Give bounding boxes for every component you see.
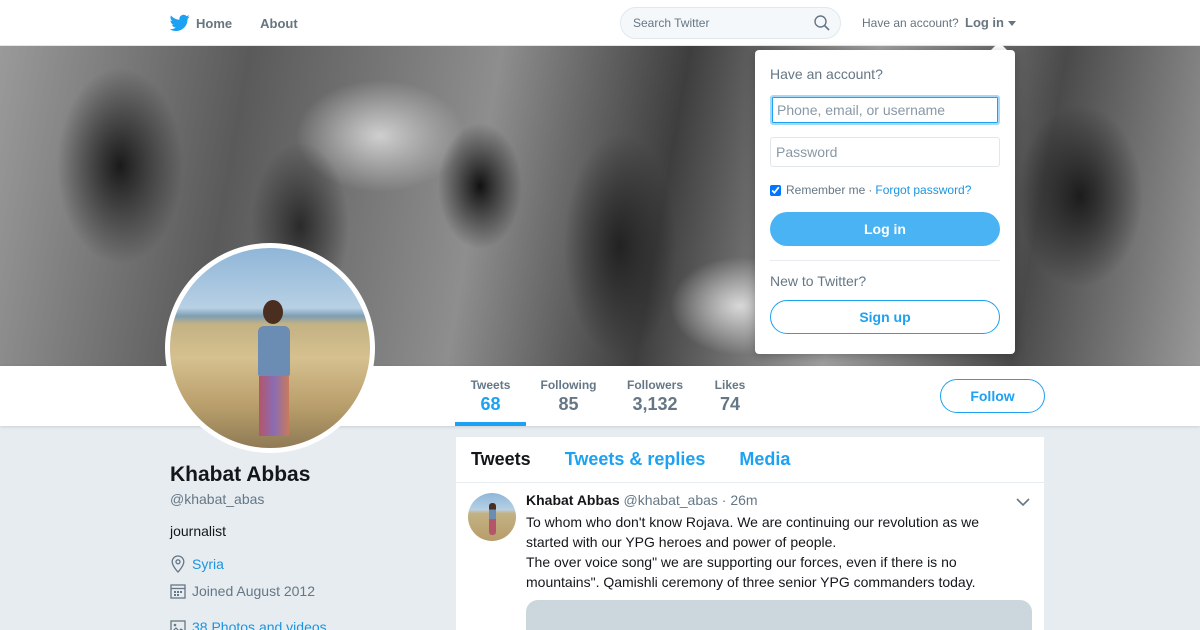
joined-text: Joined August 2012	[192, 583, 315, 599]
stat-likes-label: Likes	[714, 378, 746, 392]
avatar-photo	[170, 248, 370, 448]
remember-me-checkbox[interactable]	[770, 184, 781, 196]
photo-icon	[170, 620, 186, 630]
stat-followers-label: Followers	[626, 378, 683, 392]
login-toggle-label: Log in	[965, 15, 1004, 30]
tweet-timestamp[interactable]: · 26m	[722, 492, 758, 508]
profile-photos: 38 Photos and videos	[170, 619, 327, 630]
search-input[interactable]	[633, 16, 803, 30]
stat-following-label: Following	[540, 378, 597, 392]
new-to-twitter-prompt: New to Twitter?	[770, 273, 867, 289]
signup-button[interactable]: Sign up	[770, 300, 1000, 334]
tab-tweets[interactable]: Tweets	[471, 449, 531, 470]
profile-bio: journalist	[170, 523, 227, 539]
remember-me-row: Remember me · Forgot password?	[770, 183, 971, 197]
search-box	[620, 7, 841, 39]
nav-about[interactable]: About	[260, 16, 298, 31]
login-dropdown-toggle[interactable]: Log in	[965, 15, 1016, 30]
username-field[interactable]	[770, 95, 1000, 125]
forgot-password-link[interactable]: Forgot password?	[875, 183, 971, 197]
nav-home-label: Home	[196, 15, 233, 31]
nav-about-label: About	[260, 15, 298, 31]
profile-location: Syria	[170, 555, 224, 573]
nav-home[interactable]: Home	[170, 14, 232, 32]
avatar-person-figure	[258, 300, 290, 440]
location-link[interactable]: Syria	[192, 556, 224, 572]
dropdown-divider	[770, 260, 1000, 261]
tweet-author-handle[interactable]: @khabat_abas	[624, 492, 718, 508]
timeline-tabs: Tweets Tweets & replies Media	[456, 437, 1044, 483]
stat-likes[interactable]: Likes 74	[710, 366, 750, 426]
tab-tweets-replies[interactable]: Tweets & replies	[565, 449, 706, 470]
follow-button[interactable]: Follow	[940, 379, 1045, 413]
tweet-header: Khabat Abbas @khabat_abas · 26m	[526, 492, 758, 508]
calendar-icon	[170, 584, 186, 599]
stat-tweets[interactable]: Tweets 68	[455, 366, 526, 426]
photos-videos-link[interactable]: 38 Photos and videos	[192, 619, 327, 630]
remember-me-label[interactable]: Remember me	[786, 183, 865, 197]
account-prompt: Have an account?	[862, 16, 959, 30]
tweet-line: started with our YPG heroes and power of…	[526, 534, 837, 550]
stat-followers-value: 3,132	[632, 394, 678, 414]
top-navigation: Home About Have an account? Log in	[0, 0, 1200, 46]
tweet-media-card[interactable]	[526, 600, 1032, 630]
tweet-line: To whom who don't know Rojava. We are co…	[526, 514, 979, 530]
stat-followers[interactable]: Followers 3,132	[623, 366, 687, 426]
profile-name[interactable]: Khabat Abbas	[170, 463, 310, 487]
stat-following-value: 85	[558, 394, 579, 414]
twitter-bird-icon	[170, 14, 190, 32]
caret-down-icon	[1008, 20, 1016, 26]
tab-media[interactable]: Media	[739, 449, 790, 470]
profile-avatar[interactable]	[165, 243, 375, 453]
tweet-text: To whom who don't know Rojava. We are co…	[526, 512, 1026, 592]
stat-likes-value: 74	[719, 394, 741, 414]
password-field[interactable]	[770, 137, 1000, 167]
profile-handle[interactable]: @khabat_abas	[170, 491, 264, 507]
dropdown-title: Have an account?	[770, 66, 883, 82]
tweet-author-name[interactable]: Khabat Abbas	[526, 492, 620, 508]
stat-following[interactable]: Following 85	[537, 366, 600, 426]
tweet-line: The over voice song" we are supporting o…	[526, 554, 957, 570]
tweet-item[interactable]: Khabat Abbas @khabat_abas · 26m To whom …	[456, 483, 1044, 630]
stat-tweets-label: Tweets	[470, 378, 511, 392]
nav-left: Home About	[170, 0, 326, 46]
tweet-line: mountains". Qamishli ceremony of three s…	[526, 574, 976, 590]
login-dropdown: Have an account? Remember me · Forgot pa…	[755, 50, 1015, 354]
login-button[interactable]: Log in	[770, 212, 1000, 246]
chevron-down-icon[interactable]	[1016, 497, 1030, 507]
location-pin-icon	[171, 555, 185, 573]
search-icon[interactable]	[814, 15, 830, 31]
timeline: Tweets Tweets & replies Media Khabat Abb…	[456, 437, 1044, 630]
tweet-avatar[interactable]	[468, 493, 516, 541]
separator-dot: ·	[868, 183, 873, 197]
profile-joined: Joined August 2012	[170, 583, 315, 599]
stat-tweets-value: 68	[480, 394, 501, 414]
